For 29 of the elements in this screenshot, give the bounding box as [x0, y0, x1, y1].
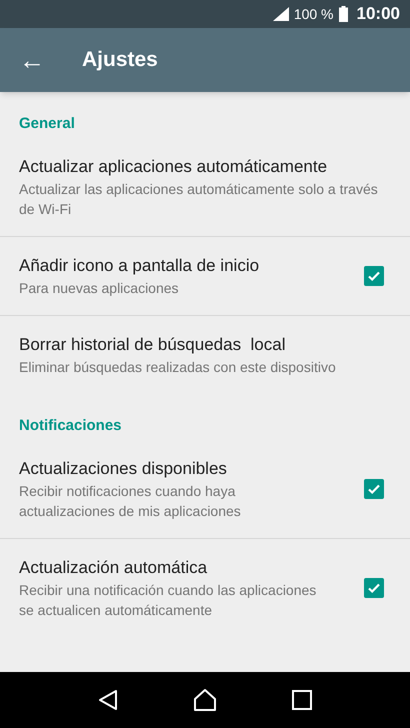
checkbox[interactable] [364, 479, 384, 499]
setting-title: Actualizaciones disponibles [19, 458, 228, 480]
recents-icon[interactable] [292, 690, 312, 710]
settings-row[interactable]: Actualizaciones disponibles Recibir notificaciones cuando haya actualizaciones de mis aplicaciones [0, 440, 410, 539]
setting-title: Añadir icono a pantalla de inicio [19, 255, 260, 277]
section-header: General [19, 115, 75, 132]
settings-row[interactable]: Añadir icono a pantalla de inicio Para nuevas aplicaciones [0, 237, 410, 316]
section-header: Notificaciones [19, 417, 122, 434]
setting-description: Actualizar las aplicaciones automáticamente solo a través de Wi-Fi [19, 180, 379, 219]
screen-title: Ajustes [82, 47, 158, 74]
checkbox[interactable] [364, 578, 384, 598]
home-icon[interactable] [192, 688, 217, 712]
clock: 10:00 [356, 3, 400, 26]
setting-title: Borrar historial de búsquedas local [19, 334, 286, 356]
setting-title: Actualizar aplicaciones automáticamente [19, 156, 328, 178]
back-button[interactable]: ← [0, 28, 64, 92]
setting-title: Actualización automática [19, 557, 208, 579]
setting-description: Recibir una notificación cuando las aplicaciones se actualicen automáticamente [19, 581, 318, 620]
battery-level: 100 % [294, 4, 334, 24]
checkbox[interactable] [364, 266, 384, 286]
signal-icon [272, 7, 289, 21]
setting-description: Para nuevas aplicaciones [19, 279, 180, 298]
battery-icon [338, 6, 348, 22]
back-icon[interactable] [98, 689, 118, 711]
setting-description: Recibir notificaciones cuando haya actualizaciones de mis aplicaciones [19, 482, 242, 521]
settings-row[interactable]: Actualización automática Recibir una notificación cuando las aplicaciones se actualicen automáticamente [0, 539, 410, 637]
settings-row[interactable]: Actualizar aplicaciones automáticamente Actualizar las aplicaciones automáticamente solo a través de Wi-Fi [0, 138, 410, 237]
setting-description: Eliminar búsquedas realizadas con este dispositivo [19, 358, 337, 377]
settings-row[interactable]: Borrar historial de búsquedas local Eliminar búsquedas realizadas con este dispositivo [0, 316, 410, 394]
